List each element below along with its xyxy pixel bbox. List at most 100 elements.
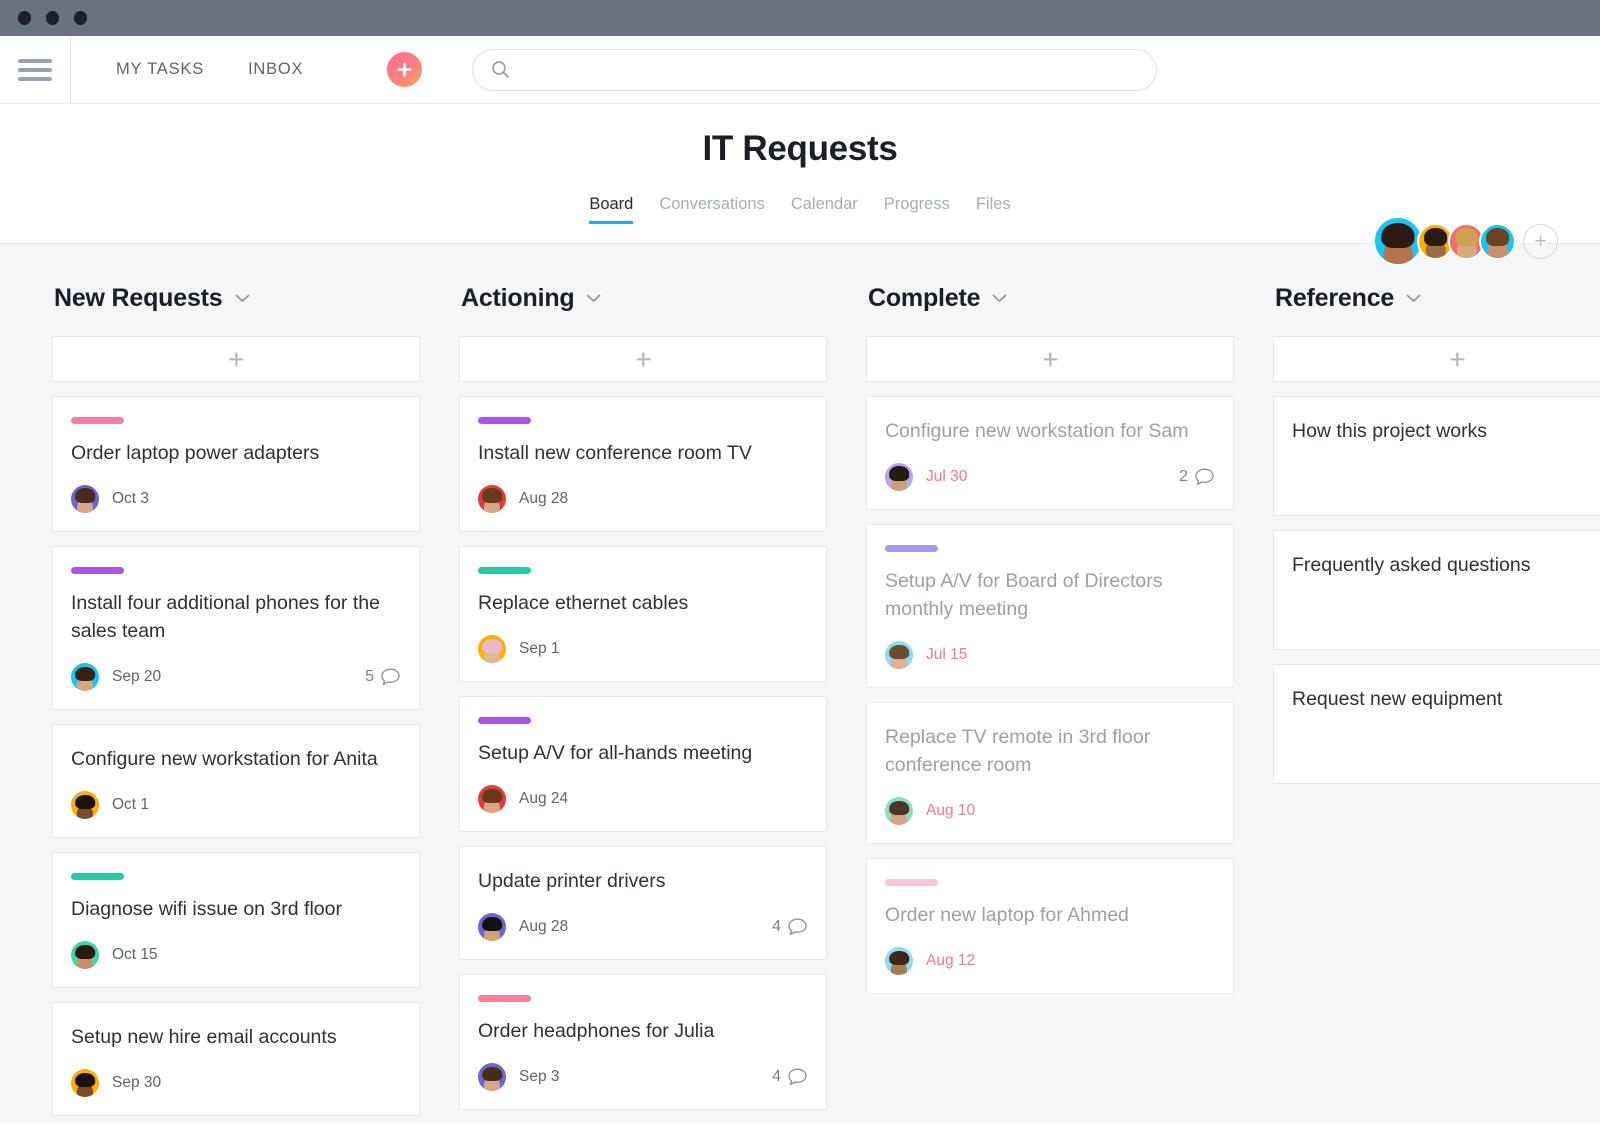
search-icon (491, 60, 510, 79)
task-card[interactable]: Order headphones for JuliaSep 34 (459, 974, 827, 1110)
task-card[interactable]: Update printer driversAug 284 (459, 846, 827, 960)
task-card[interactable]: Order laptop power adaptersOct 3 (52, 396, 420, 532)
card-title: Update printer drivers (478, 867, 808, 895)
chevron-down-icon[interactable] (1406, 292, 1421, 305)
window-dot-minimize[interactable] (46, 11, 59, 25)
column-header: Reference (1273, 284, 1600, 313)
assignee-avatar[interactable] (478, 913, 506, 941)
plus-icon (227, 350, 246, 369)
assignee-avatar[interactable] (478, 1063, 506, 1091)
comment-count[interactable]: 2 (1179, 467, 1215, 487)
due-date: Sep 3 (519, 1068, 560, 1086)
card-color-tag (71, 417, 124, 424)
quick-add-button[interactable] (387, 52, 422, 87)
comment-count[interactable]: 4 (772, 917, 808, 937)
task-card[interactable]: Setup A/V for all-hands meetingAug 24 (459, 696, 827, 832)
plus-icon (1448, 350, 1467, 369)
chevron-down-icon[interactable] (235, 292, 250, 305)
window-dot-close[interactable] (18, 11, 31, 25)
avatar-hair (482, 789, 502, 804)
card-footer: Aug 24 (478, 785, 808, 813)
column-title: New Requests (54, 284, 223, 313)
task-card[interactable]: Replace TV remote in 3rd floor conferenc… (866, 702, 1234, 844)
avatar[interactable] (1373, 216, 1423, 266)
task-card[interactable]: Setup new hire email accountsSep 30 (52, 1002, 420, 1116)
assignee-avatar[interactable] (71, 663, 99, 691)
task-card[interactable]: Order new laptop for Ahmed Aug 12 (866, 858, 1234, 994)
task-card[interactable]: Request new equipment (1273, 664, 1600, 784)
assignee-avatar[interactable] (885, 797, 913, 825)
hamburger-icon (18, 54, 52, 86)
task-card[interactable]: Configure new workstation for SamJul 302 (866, 396, 1234, 510)
search-box[interactable] (472, 49, 1157, 91)
tab-conversations[interactable]: Conversations (659, 195, 764, 224)
assignee-avatar[interactable] (885, 641, 913, 669)
chevron-down-icon[interactable] (992, 292, 1007, 305)
add-card-button[interactable] (459, 336, 827, 382)
board-column: Reference How this project works Frequentl… (1273, 284, 1600, 1123)
add-card-button[interactable] (866, 336, 1234, 382)
window-dot-maximize[interactable] (74, 11, 87, 25)
avatar-hair (75, 488, 95, 503)
add-card-button[interactable] (52, 336, 420, 382)
card-color-tag (885, 879, 938, 886)
comment-count[interactable]: 5 (365, 667, 401, 687)
assignee-avatar[interactable] (478, 635, 506, 663)
tab-board[interactable]: Board (589, 195, 633, 224)
card-footer: Aug 10 (885, 797, 1215, 825)
avatar-hair (889, 951, 909, 966)
assignee-avatar[interactable] (885, 947, 913, 975)
card-title: Replace TV remote in 3rd floor conferenc… (885, 723, 1215, 779)
card-footer: Aug 28 (478, 485, 808, 513)
comment-bubble-icon (1194, 467, 1215, 487)
comment-count[interactable]: 4 (772, 1067, 808, 1087)
due-date: Sep 20 (112, 668, 161, 686)
card-title: Order new laptop for Ahmed (885, 901, 1215, 929)
assignee-avatar[interactable] (478, 785, 506, 813)
card-title: Setup A/V for Board of Directors monthly… (885, 567, 1215, 623)
assignee-avatar[interactable] (71, 1069, 99, 1097)
task-card[interactable]: Install four additional phones for the s… (52, 546, 420, 710)
card-title: How this project works (1292, 417, 1600, 445)
card-color-tag (478, 567, 531, 574)
task-card[interactable]: Setup A/V for Board of Directors monthly… (866, 524, 1234, 688)
add-member-button[interactable]: + (1523, 224, 1558, 259)
column-title: Reference (1275, 284, 1394, 313)
chevron-down-icon[interactable] (586, 292, 601, 305)
search-input[interactable] (520, 61, 1138, 78)
tab-calendar[interactable]: Calendar (791, 195, 858, 224)
add-card-button[interactable] (1273, 336, 1600, 382)
task-card[interactable]: Install new conference room TV Aug 28 (459, 396, 827, 532)
nav-link-inbox[interactable]: INBOX (248, 60, 303, 79)
task-card[interactable]: Diagnose wifi issue on 3rd floor Oct 15 (52, 852, 420, 988)
task-card[interactable]: Frequently asked questions (1273, 530, 1600, 650)
comment-bubble-icon (787, 917, 808, 937)
assignee-avatar[interactable] (71, 941, 99, 969)
card-footer: Oct 15 (71, 941, 401, 969)
assignee-avatar[interactable] (71, 791, 99, 819)
tab-files[interactable]: Files (976, 195, 1011, 224)
due-date: Aug 10 (926, 802, 975, 820)
card-footer: Sep 20 5 (71, 663, 401, 691)
comment-bubble-icon (380, 667, 401, 687)
sidebar-toggle-button[interactable] (0, 36, 71, 104)
avatar[interactable] (1479, 223, 1516, 260)
card-title: Replace ethernet cables (478, 589, 808, 617)
task-card[interactable]: Configure new workstation for AnitaOct 1 (52, 724, 420, 838)
avatar-hair (75, 945, 95, 960)
card-title: Request new equipment (1292, 685, 1600, 713)
assignee-avatar[interactable] (478, 485, 506, 513)
due-date: Aug 12 (926, 952, 975, 970)
card-title: Install new conference room TV (478, 439, 808, 467)
assignee-avatar[interactable] (71, 485, 99, 513)
tab-progress[interactable]: Progress (884, 195, 950, 224)
task-card[interactable]: How this project works (1273, 396, 1600, 516)
task-card[interactable]: Replace ethernet cablesSep 1 (459, 546, 827, 682)
due-date: Jul 15 (926, 646, 967, 664)
card-title: Diagnose wifi issue on 3rd floor (71, 895, 401, 923)
card-footer: Jul 302 (885, 463, 1215, 491)
card-color-tag (478, 995, 531, 1002)
column-header: Complete (866, 284, 1234, 313)
assignee-avatar[interactable] (885, 463, 913, 491)
nav-link-my-tasks[interactable]: MY TASKS (116, 60, 204, 79)
